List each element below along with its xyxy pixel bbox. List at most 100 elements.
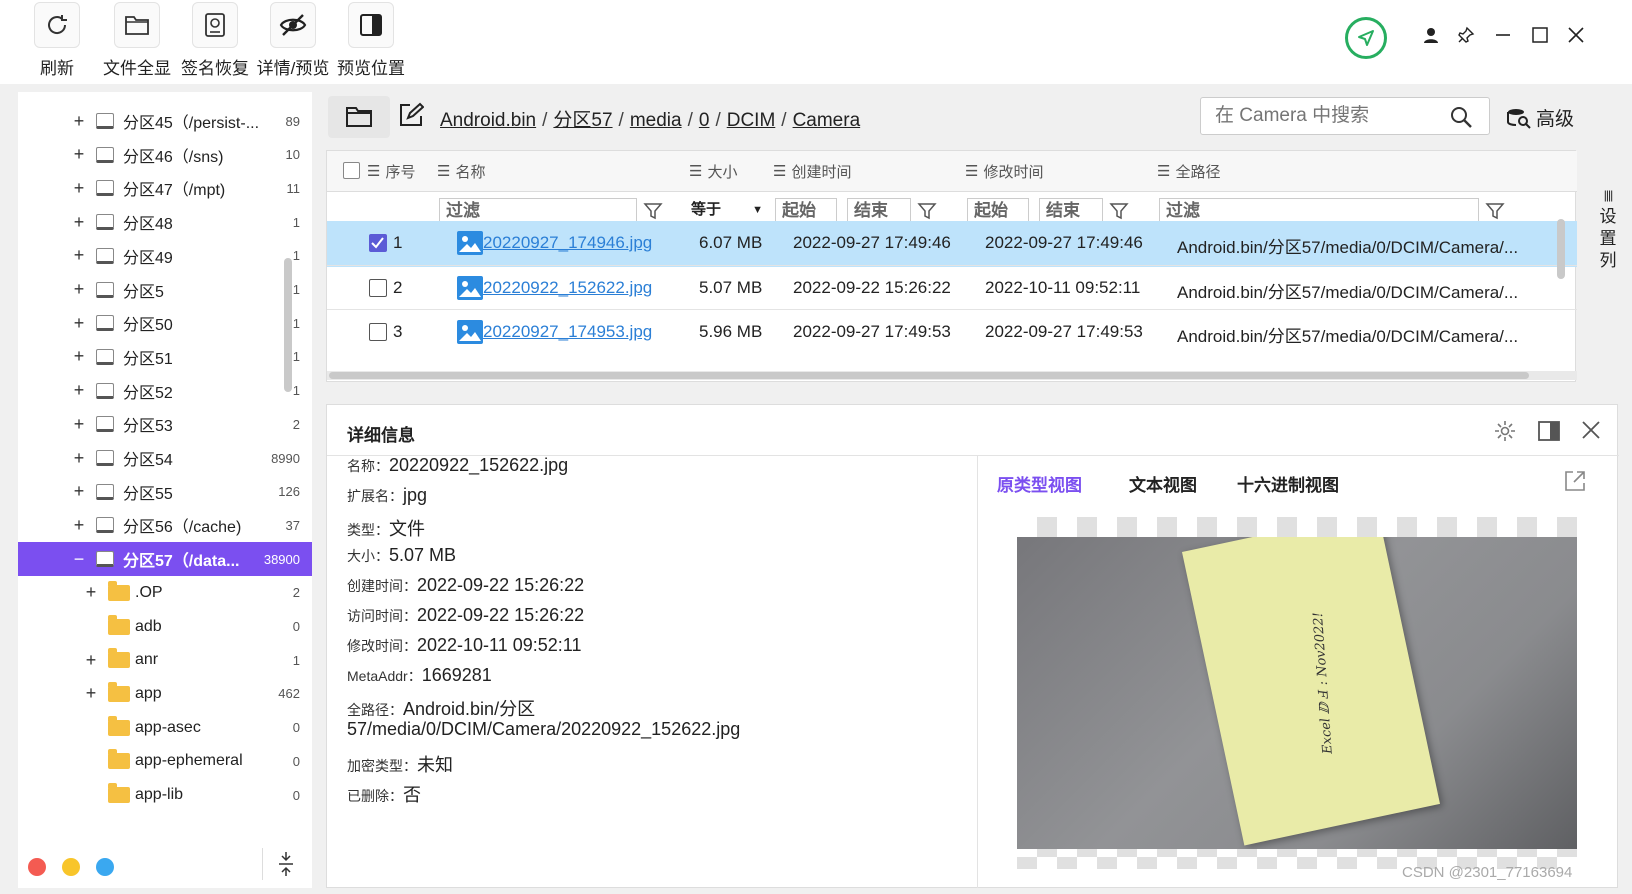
tree-item[interactable]: + .OP 2 — [18, 576, 312, 610]
tree-item[interactable]: adb 0 — [18, 610, 312, 644]
advanced-search-button[interactable]: 高级 — [1506, 104, 1574, 131]
tree-item[interactable]: app-ephemeral 0 — [18, 744, 312, 778]
tab-original-view[interactable]: 原类型视图 — [997, 471, 1082, 496]
expand-icon[interactable]: + — [72, 111, 86, 132]
row-checkbox[interactable] — [369, 234, 387, 252]
breadcrumb-item[interactable]: 0 — [699, 110, 710, 131]
tree-item[interactable]: + 分区46（/sns) 10 — [18, 138, 312, 172]
tree-item[interactable]: + 分区56（/cache) 37 — [18, 508, 312, 542]
tree-item[interactable]: + 分区52 1 — [18, 374, 312, 408]
close-icon[interactable] — [1580, 419, 1602, 441]
breadcrumb-item[interactable]: 分区57 — [553, 110, 612, 131]
user-button[interactable] — [1418, 22, 1444, 48]
search-box[interactable] — [1200, 97, 1490, 135]
tree-item[interactable]: + 分区49 1 — [18, 239, 312, 273]
tree-item[interactable]: app-asec 0 — [18, 711, 312, 745]
detail-preview-button[interactable]: 详情/预览 — [253, 2, 333, 82]
tree-item[interactable]: + 分区5 1 — [18, 273, 312, 307]
expand-icon[interactable]: + — [72, 212, 86, 233]
expand-icon[interactable]: + — [72, 448, 86, 469]
expand-icon[interactable]: + — [84, 650, 98, 671]
pin-button[interactable] — [1453, 22, 1479, 48]
table-row[interactable]: 3 20220927_174953.jpg 5.96 MB 2022-09-27 17… — [327, 309, 1577, 355]
collapse-all-button[interactable] — [276, 850, 296, 883]
tree-item[interactable]: + 分区53 2 — [18, 407, 312, 441]
tree-item-count: 89 — [285, 113, 300, 129]
file-name-link[interactable]: 20220922_152622.jpg — [483, 278, 652, 298]
expand-icon[interactable]: + — [72, 481, 86, 502]
gear-icon[interactable] — [1493, 419, 1517, 443]
breadcrumb-item[interactable]: Android.bin — [440, 110, 536, 131]
search-input[interactable] — [1215, 105, 1445, 127]
filter-icon[interactable] — [1485, 201, 1505, 221]
row-checkbox[interactable] — [369, 279, 387, 297]
column-index-header[interactable]: ☰ 序号 — [367, 151, 416, 191]
tree-item[interactable]: + 分区55 126 — [18, 475, 312, 509]
breadcrumb-separator: / — [715, 110, 721, 131]
tree-item[interactable]: + 分区50 1 — [18, 306, 312, 340]
expand-icon[interactable]: + — [72, 279, 86, 300]
tree-item[interactable]: app-lib 0 — [18, 778, 312, 812]
expand-icon[interactable]: + — [72, 144, 86, 165]
search-icon[interactable] — [1449, 105, 1473, 129]
signature-recover-button[interactable]: 签名恢复 — [175, 2, 255, 82]
column-modified-header[interactable]: ☰ 修改时间 — [965, 151, 1044, 191]
filter-icon[interactable] — [917, 201, 937, 221]
table-row[interactable]: 2 20220922_152622.jpg 5.07 MB 2022-09-22 15… — [327, 265, 1577, 311]
maximize-button[interactable] — [1527, 22, 1553, 48]
column-name-header[interactable]: ☰ 名称 — [437, 151, 486, 191]
tree-item[interactable]: + 分区54 8990 — [18, 441, 312, 475]
blue-dot-icon[interactable] — [96, 858, 114, 876]
breadcrumb-item[interactable]: DCIM — [727, 110, 776, 131]
expand-icon[interactable]: + — [72, 515, 86, 536]
tree-scrollbar[interactable] — [284, 258, 292, 392]
expand-icon[interactable]: + — [72, 414, 86, 435]
tree-item[interactable]: − 分区57（/data... 38900 — [18, 542, 312, 577]
close-window-button[interactable] — [1563, 22, 1589, 48]
table-horizontal-scrollbar[interactable] — [327, 371, 1577, 380]
panel-right-icon[interactable] — [1537, 419, 1561, 443]
tree-item[interactable]: + 分区47（/mpt) 11 — [18, 171, 312, 205]
column-path-header[interactable]: ☰ 全路径 — [1157, 151, 1221, 191]
yellow-dot-icon[interactable] — [62, 858, 80, 876]
tab-hex-view[interactable]: 十六进制视图 — [1237, 471, 1339, 496]
select-all-checkbox[interactable] — [343, 162, 360, 179]
expand-icon[interactable]: + — [84, 683, 98, 704]
column-size-header[interactable]: ☰ 大小 — [689, 151, 738, 191]
file-name-link[interactable]: 20220927_174953.jpg — [483, 322, 652, 342]
preview-position-button[interactable]: 预览位置 — [331, 2, 411, 82]
expand-icon[interactable]: + — [72, 178, 86, 199]
folder-view-button[interactable] — [328, 96, 390, 138]
tree-item[interactable]: + anr 1 — [18, 643, 312, 677]
expand-icon[interactable]: + — [72, 245, 86, 266]
breadcrumb-item[interactable]: media — [630, 110, 682, 131]
set-columns-button[interactable]: |||| 设 置 列 — [1599, 184, 1617, 272]
refresh-button[interactable]: 刷新 — [17, 2, 97, 82]
tree-item[interactable]: + 分区45（/persist-... 89 — [18, 104, 312, 138]
edit-path-button[interactable] — [398, 102, 425, 133]
show-all-files-button[interactable]: 文件全显 — [97, 2, 177, 82]
tree-item-label: app — [135, 684, 162, 702]
open-external-icon[interactable] — [1563, 469, 1587, 493]
filter-icon[interactable] — [643, 201, 663, 221]
expand-icon[interactable]: + — [72, 313, 86, 334]
filter-icon[interactable] — [1109, 201, 1129, 221]
breadcrumb-item[interactable]: Camera — [793, 110, 861, 131]
navigation-button[interactable] — [1345, 17, 1387, 59]
expand-icon[interactable]: + — [72, 380, 86, 401]
expand-icon[interactable]: + — [72, 346, 86, 367]
red-dot-icon[interactable] — [28, 858, 46, 876]
row-checkbox[interactable] — [369, 323, 387, 341]
table-row[interactable]: 1 20220927_174946.jpg 6.07 MB 2022-09-27 17… — [327, 221, 1577, 267]
table-vertical-scrollbar[interactable] — [1557, 219, 1565, 279]
expand-icon[interactable]: + — [84, 582, 98, 603]
tab-text-view[interactable]: 文本视图 — [1129, 471, 1197, 496]
tree-item[interactable]: + 分区48 1 — [18, 205, 312, 239]
collapse-icon[interactable]: − — [72, 549, 86, 570]
tree-item[interactable]: + app 462 — [18, 677, 312, 711]
minimize-button[interactable] — [1490, 22, 1516, 48]
detail-property: 名称：20220922_152622.jpg — [347, 455, 568, 476]
file-name-link[interactable]: 20220927_174946.jpg — [483, 233, 652, 253]
column-created-header[interactable]: ☰ 创建时间 — [773, 151, 852, 191]
tree-item[interactable]: + 分区51 1 — [18, 340, 312, 374]
